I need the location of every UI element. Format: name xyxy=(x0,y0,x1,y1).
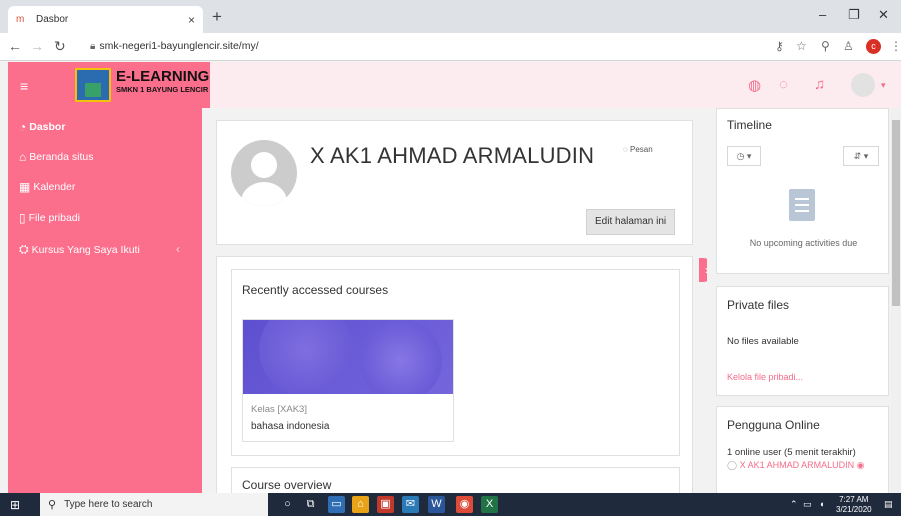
brand-title: E-LEARNING xyxy=(116,68,210,85)
user-avatar[interactable] xyxy=(851,73,875,97)
minimize-button[interactable]: – xyxy=(819,7,826,22)
forward-icon[interactable]: → xyxy=(30,38,44,54)
tab-title: Dasbor xyxy=(36,14,69,25)
brand-text[interactable]: E-LEARNING SMKN 1 BAYUNG LENCIR xyxy=(116,68,209,94)
message-link[interactable]: ◌ Pesan xyxy=(623,145,653,154)
online-users-summary: 1 online user (5 menit terakhir) xyxy=(727,447,856,458)
graduation-cap-icon: ⛭ xyxy=(19,242,29,256)
extension-icon[interactable]: ⚲ xyxy=(821,39,830,53)
timeline-empty-text: No upcoming activities due xyxy=(749,238,858,248)
timeline-sort-dropdown[interactable]: ⇵ ▾ xyxy=(843,146,879,166)
home-icon: ⌂ xyxy=(19,150,27,164)
profile-header-card: X AK1 AHMAD ARMALUDIN ◌ Pesan Edit halam… xyxy=(216,120,693,245)
new-tab-button[interactable]: + xyxy=(212,8,222,25)
sidebar-item-file-pribadi[interactable]: ▯ File pribadi xyxy=(19,211,80,225)
sidebar-item-beranda[interactable]: ⌂ Beranda situs xyxy=(19,150,93,164)
address-bar: ← → ↻ 🔒︎ smk-negeri1-bayunglencir.site/my… xyxy=(0,33,901,61)
browser-tab[interactable]: m Dasbor × xyxy=(8,6,203,33)
reload-icon[interactable]: ↻ xyxy=(54,38,66,55)
course-overview-title: Course overview xyxy=(242,478,332,492)
document-icon xyxy=(789,189,815,221)
lock-icon: 🔒︎ xyxy=(90,41,96,52)
recent-courses-block: Recently accessed courses Kelas [XAK3] b… xyxy=(231,269,680,456)
taskbar-search[interactable]: ⚲ Type here to search xyxy=(40,493,268,516)
online-users-title: Pengguna Online xyxy=(727,418,820,432)
excel-icon[interactable]: X xyxy=(481,496,498,513)
taskbar-clock[interactable]: 7:27 AM 3/21/2020 xyxy=(836,495,872,515)
bookmark-star-icon[interactable]: ☆ xyxy=(796,39,807,53)
store-icon[interactable]: ⌂ xyxy=(352,496,369,513)
window-close-button[interactable]: ✕ xyxy=(878,7,889,23)
key-icon[interactable]: ⚷ xyxy=(775,39,784,53)
timeline-filter-dropdown[interactable]: ◷ ▾ xyxy=(727,146,761,166)
mail-icon[interactable]: ✉ xyxy=(402,496,419,513)
url-text: smk-negeri1-bayunglencir.site/my/ xyxy=(99,40,259,52)
chevron-left-icon[interactable]: ‹ xyxy=(176,242,180,256)
app-icon-1[interactable]: ▭ xyxy=(328,496,345,513)
online-user-link[interactable]: ◯ X AK1 AHMAD ARMALUDIN ◉ xyxy=(727,460,865,471)
course-card[interactable]: Kelas [XAK3] bahasa indonesia xyxy=(242,319,454,442)
brand-subtitle: SMKN 1 BAYUNG LENCIR xyxy=(116,85,209,94)
recent-courses-title: Recently accessed courses xyxy=(242,283,389,297)
sidebar-item-kalender[interactable]: ▦ Kalender xyxy=(19,180,75,194)
timeline-block: Timeline ◷ ▾ ⇵ ▾ No upcoming activities … xyxy=(716,108,889,274)
search-icon: ⚲ xyxy=(48,499,57,511)
menu-dots-icon[interactable]: ⋮ xyxy=(890,39,901,53)
windows-start-icon[interactable]: ⊞ xyxy=(10,498,20,512)
profile-avatar[interactable]: c xyxy=(866,39,881,54)
user-menu-chevron-icon[interactable]: ▾ xyxy=(881,80,886,91)
moodle-favicon-icon: m xyxy=(16,14,25,25)
sidebar-item-dasbor[interactable]: ◔ Dasbor xyxy=(19,120,65,134)
course-image[interactable] xyxy=(243,320,453,394)
task-view-icon[interactable]: ⧉ xyxy=(302,496,319,513)
dashboard-blocks: Recently accessed courses Kelas [XAK3] b… xyxy=(216,256,693,493)
chat-bubble-icon: ◌ xyxy=(623,145,628,154)
gift-app-icon[interactable]: ▣ xyxy=(377,496,394,513)
main-region: X AK1 AHMAD ARMALUDIN ◌ Pesan Edit halam… xyxy=(202,108,707,493)
globe-icon[interactable]: ◍ xyxy=(748,76,761,94)
private-files-block: Private files No files available Kelola … xyxy=(716,286,889,396)
nav-drawer: ◔ Dasbor ⌂ Beranda situs ▦ Kalender ▯ File p… xyxy=(8,108,202,493)
timeline-title: Timeline xyxy=(727,118,772,132)
course-name[interactable]: bahasa indonesia xyxy=(251,421,329,432)
scrollbar-thumb[interactable] xyxy=(892,120,900,306)
manage-files-link[interactable]: Kelola file pribadi... xyxy=(727,372,803,382)
block-region: Timeline ◷ ▾ ⇵ ▾ No upcoming activities … xyxy=(707,108,891,496)
user-fullname: X AK1 AHMAD ARMALUDIN xyxy=(310,143,595,168)
browser-tabstrip: m Dasbor × + – ❐ ✕ xyxy=(0,0,901,33)
url-field[interactable]: 🔒︎ smk-negeri1-bayunglencir.site/my/ xyxy=(90,40,259,52)
user-icon: ◯ xyxy=(727,460,738,470)
word-icon[interactable]: W xyxy=(428,496,445,513)
hamburger-menu-icon[interactable]: ≡ xyxy=(20,78,28,94)
battery-icon[interactable]: ▭ xyxy=(803,499,812,510)
tray-chevron-icon[interactable]: ⌃ xyxy=(790,499,798,510)
online-users-block: Pengguna Online 1 online user (5 menit t… xyxy=(716,406,889,496)
volume-icon[interactable]: ◖ xyxy=(819,499,824,509)
maximize-button[interactable]: ❐ xyxy=(848,7,860,23)
tab-close-button[interactable]: × xyxy=(188,13,195,27)
chrome-icon[interactable]: ◉ xyxy=(456,496,473,513)
private-files-title: Private files xyxy=(727,298,790,312)
calendar-icon: ▦ xyxy=(19,180,31,194)
private-files-empty: No files available xyxy=(727,336,799,347)
course-overview-block: Course overview xyxy=(231,467,680,493)
back-icon[interactable]: ← xyxy=(8,38,22,54)
message-icon[interactable]: ◌ xyxy=(779,76,788,93)
brand-bar: ≡ E-LEARNING SMKN 1 BAYUNG LENCIR xyxy=(8,62,210,108)
dashboard-icon: ◔ xyxy=(19,120,27,134)
message-eye-icon[interactable]: ◉ xyxy=(857,460,865,470)
site-header: ≡ E-LEARNING SMKN 1 BAYUNG LENCIR ◍ ◌ ♫ … xyxy=(8,62,901,108)
notification-bell-icon[interactable]: ♫ xyxy=(814,76,825,93)
file-icon: ▯ xyxy=(19,211,26,225)
extension-puzzle-icon[interactable]: ♙ xyxy=(843,39,854,53)
course-category: Kelas [XAK3] xyxy=(251,404,307,415)
school-logo[interactable] xyxy=(75,68,111,102)
notification-center-icon[interactable]: ▤ xyxy=(884,499,893,510)
windows-taskbar: ⊞ ⚲ Type here to search ○ ⧉ ▭ ⌂ ▣ ✉ W ◉ X… xyxy=(0,493,901,516)
sidebar-item-kursus[interactable]: ⛭ Kursus Yang Saya Ikuti xyxy=(19,242,140,257)
cortana-icon[interactable]: ○ xyxy=(279,496,296,513)
edit-page-button[interactable]: Edit halaman ini xyxy=(586,209,676,235)
page-scrollbar[interactable] xyxy=(891,108,901,493)
profile-picture[interactable] xyxy=(231,140,297,206)
